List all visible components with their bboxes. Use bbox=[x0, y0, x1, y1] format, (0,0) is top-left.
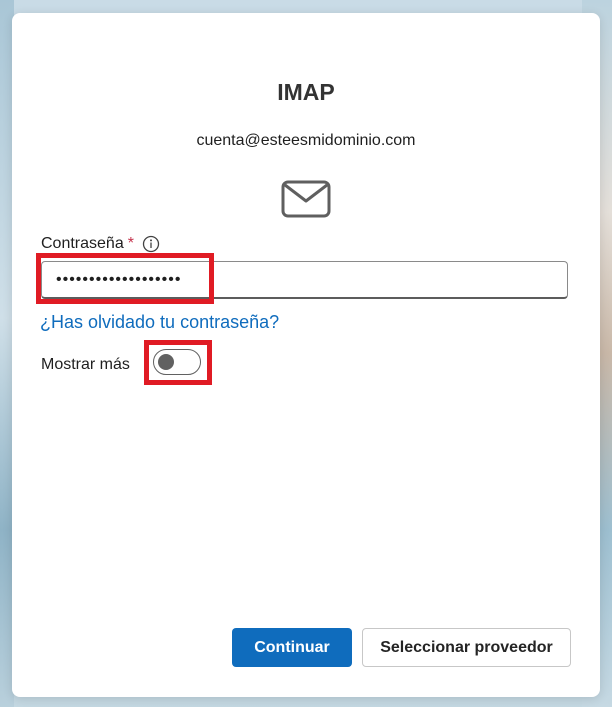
show-more-row: Mostrar más bbox=[41, 353, 130, 377]
select-provider-button[interactable]: Seleccionar proveedor bbox=[362, 628, 571, 667]
account-email: cuenta@esteesmidominio.com bbox=[196, 132, 416, 149]
mail-icon bbox=[281, 180, 331, 218]
required-marker: * bbox=[127, 235, 134, 252]
forgot-password-link[interactable]: ¿Has olvidado tu contraseña? bbox=[40, 312, 279, 333]
password-label: Contraseña bbox=[41, 235, 124, 252]
password-highlight bbox=[36, 253, 214, 304]
info-icon[interactable] bbox=[142, 235, 160, 253]
show-more-label: Mostrar más bbox=[41, 356, 130, 373]
password-label-row: Contraseña * bbox=[41, 233, 160, 255]
dialog-title: IMAP bbox=[277, 79, 335, 105]
continue-button[interactable]: Continuar bbox=[232, 628, 352, 667]
toggle-highlight bbox=[144, 340, 212, 385]
imap-dialog: IMAP cuenta@esteesmidominio.com Contrase… bbox=[12, 13, 600, 697]
